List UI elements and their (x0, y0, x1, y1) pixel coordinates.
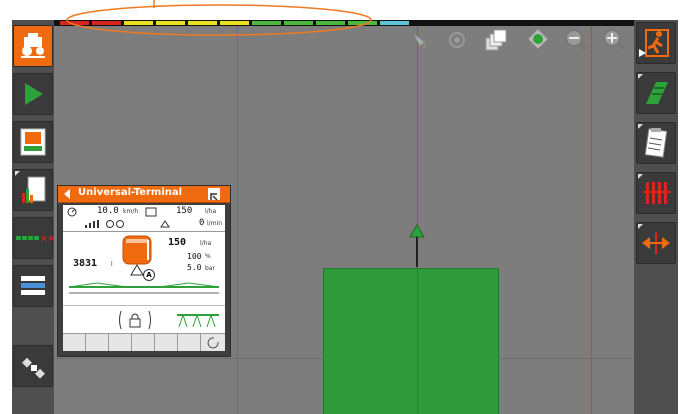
shift-button[interactable] (636, 222, 676, 264)
implement-button[interactable] (13, 121, 53, 163)
resize-icon (210, 193, 218, 201)
exit-run-icon (639, 29, 669, 57)
notes-button[interactable] (636, 122, 676, 164)
submenu-corner (638, 224, 643, 229)
app-rate-value: 150 (168, 237, 187, 248)
guidance-line-overlay (417, 268, 418, 414)
field-button[interactable] (636, 72, 676, 114)
home-button[interactable] (13, 25, 53, 67)
flow-icon (160, 220, 170, 228)
tramline-button[interactable] (636, 172, 676, 214)
universal-terminal-window[interactable]: Universal-Terminal 10.0 km/h 150 l/ha 0 … (57, 185, 231, 357)
gps-button[interactable] (13, 345, 53, 387)
submenu-corner (15, 171, 20, 176)
terminal-title: Universal-Terminal (78, 187, 183, 198)
rate-top-unit: l/ha (205, 208, 217, 215)
submenu-corner (638, 124, 643, 129)
section-control-icon: ×× (16, 234, 55, 244)
nozzle-icon (177, 314, 219, 328)
bar-status-icons (85, 220, 124, 228)
softkey-bar (63, 333, 225, 351)
play-icon (25, 83, 43, 105)
worked-field-area (323, 268, 499, 414)
section-indicator (380, 21, 409, 25)
right-toolbar (634, 20, 678, 414)
exit-button[interactable] (636, 22, 676, 64)
center-icon[interactable] (524, 26, 554, 54)
headland-icon[interactable] (406, 28, 434, 52)
tank-unit: l (111, 261, 113, 268)
implement-icon (20, 128, 46, 156)
speed-unit: km/h (123, 208, 139, 215)
percent-unit: % (205, 253, 211, 260)
divider (63, 305, 225, 306)
rate-icon (145, 207, 157, 217)
tank-value: 3831 (73, 258, 98, 269)
documentation-button[interactable] (13, 169, 53, 211)
pressure-unit: bar (205, 265, 215, 272)
rate-top-value: 150 (176, 206, 193, 216)
flow-unit: l/min (207, 220, 223, 227)
resize-button[interactable] (208, 188, 220, 201)
annotation-highlight-ellipse (66, 0, 372, 36)
terminal-header[interactable]: Universal-Terminal (58, 186, 230, 203)
guidance-line (237, 20, 238, 414)
refresh-icon[interactable] (207, 336, 221, 349)
satellite-icon (22, 357, 45, 379)
layers-icon[interactable] (482, 26, 512, 54)
submenu-corner (638, 74, 643, 79)
svg-text:××: ×× (40, 234, 53, 244)
percent-value: 100 (187, 252, 202, 261)
layers-list-icon (21, 276, 45, 295)
target-icon[interactable] (444, 28, 472, 52)
section-control-button[interactable]: ×× (13, 217, 55, 259)
terminal-screen: 10.0 km/h 150 l/ha 0 l/min 150 l/ha 100 … (63, 205, 225, 351)
layers-button[interactable] (13, 265, 53, 307)
submenu-corner (638, 174, 643, 179)
tank-label: A (143, 269, 155, 281)
divider (63, 231, 225, 232)
zoom-out-icon[interactable] (562, 26, 592, 54)
pressure-value: 5.0 (187, 263, 202, 272)
tractor-home-icon (21, 33, 45, 58)
zoom-in-icon[interactable] (600, 26, 630, 54)
boom-graphic (68, 282, 220, 294)
speed-icon (67, 207, 77, 217)
tractor-position-arrow-icon (409, 224, 425, 267)
start-button[interactable] (13, 73, 53, 115)
lock-icon[interactable] (117, 309, 153, 331)
flow-value: 0 (199, 218, 205, 228)
guidance-line (591, 20, 592, 414)
app-rate-unit: l/ha (200, 240, 212, 247)
back-arrow-icon[interactable] (62, 188, 74, 200)
speed-value: 10.0 (97, 206, 119, 216)
left-toolbar: ×× (12, 20, 55, 414)
